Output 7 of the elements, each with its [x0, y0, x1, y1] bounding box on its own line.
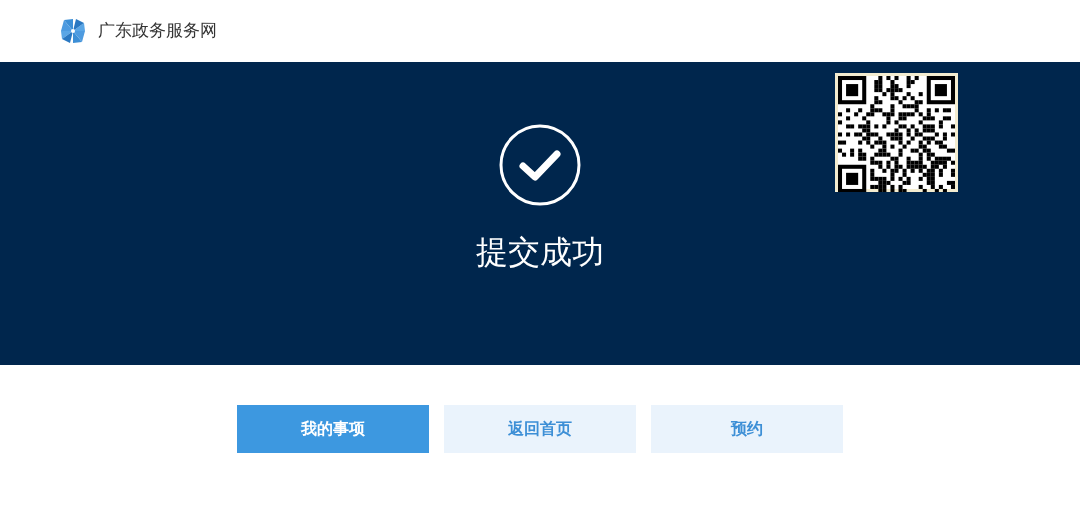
checkmark-circle-icon	[499, 124, 581, 206]
logo-icon	[60, 18, 86, 44]
action-button[interactable]: 返回首页	[444, 405, 636, 453]
success-title: 提交成功	[476, 236, 604, 268]
site-name: 广东政务服务网	[98, 19, 217, 43]
my-items-button[interactable]: 我的事项	[237, 405, 429, 453]
action-button[interactable]: 预约	[651, 405, 843, 453]
